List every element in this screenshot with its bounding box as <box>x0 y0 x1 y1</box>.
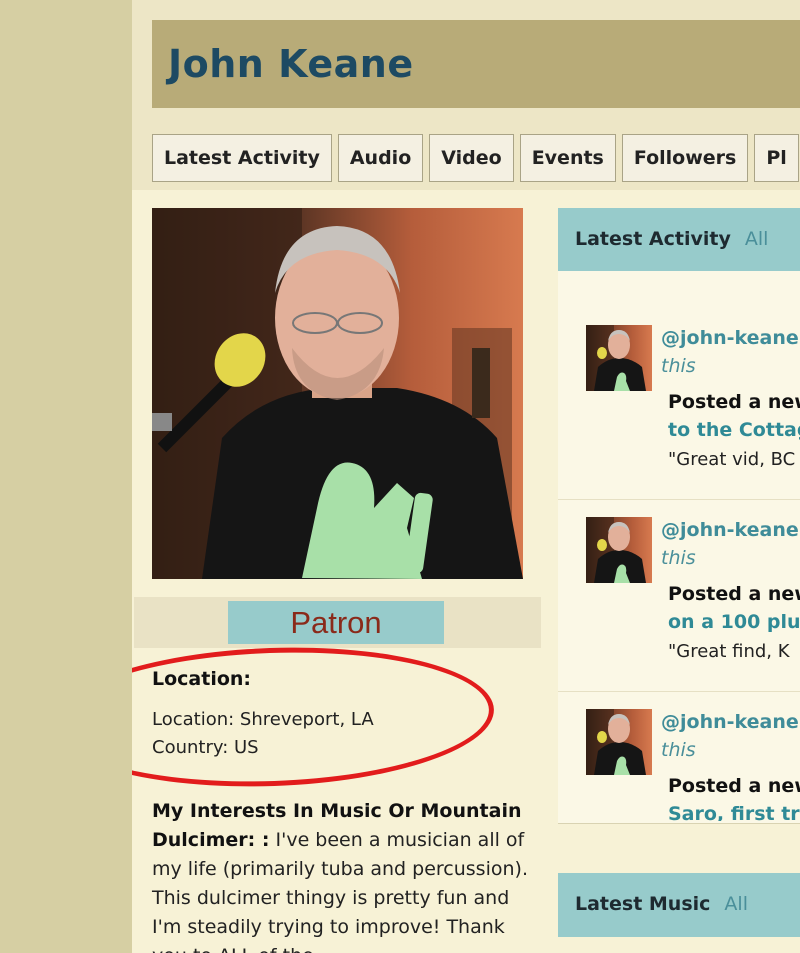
activity-link[interactable]: on a 100 plus <box>668 611 800 633</box>
activity-timestamp: this <box>661 547 696 569</box>
activity-link[interactable]: to the Cottag <box>668 419 800 441</box>
latest-activity-title: Latest Activity <box>575 228 731 250</box>
latest-music-title-wrap: Latest Music All <box>575 893 748 915</box>
patron-badge: Patron <box>228 601 444 644</box>
interests-section: My Interests In Music Or Mountain Dulcim… <box>152 797 530 953</box>
title-bar: John Keane <box>152 20 800 108</box>
activity-quote: "Great find, K <box>668 641 790 662</box>
outer-background <box>0 0 132 953</box>
activity-posted: Posted a new <box>668 583 800 605</box>
activity-handle[interactable]: @john-keane <box>661 327 799 349</box>
profile-tabs: Latest Activity Audio Video Events Followers… <box>152 134 800 182</box>
latest-music-header: Latest Music All <box>558 873 800 937</box>
latest-activity-all-link[interactable]: All <box>745 228 769 250</box>
profile-photo <box>152 208 523 579</box>
latest-music-title: Latest Music <box>575 893 711 915</box>
activity-avatar[interactable] <box>586 325 652 391</box>
activity-avatar[interactable] <box>586 517 652 583</box>
activity-item: @john-keane this Posted a new on a 100 p… <box>558 499 800 692</box>
tab-photos[interactable]: Pl <box>754 134 799 182</box>
latest-activity-title-wrap: Latest Activity All <box>575 228 768 250</box>
activity-timestamp: this <box>661 355 696 377</box>
activity-avatar[interactable] <box>586 709 652 775</box>
profile-page: John Keane Latest Activity Audio Video Even… <box>132 0 800 953</box>
activity-feed: @john-keane this Posted a new to the Cot… <box>558 271 800 824</box>
tab-audio[interactable]: Audio <box>337 134 424 182</box>
latest-music-all-link[interactable]: All <box>724 893 748 915</box>
tab-events[interactable]: Events <box>519 134 616 182</box>
latest-activity-header: Latest Activity All <box>558 208 800 272</box>
activity-timestamp: this <box>661 739 696 761</box>
profile-name: John Keane <box>168 42 414 86</box>
activity-item: @john-keane this Posted a new to the Cot… <box>558 307 800 500</box>
activity-posted: Posted a new <box>668 775 800 797</box>
activity-quote: "Great vid, BC <box>668 449 796 470</box>
activity-handle[interactable]: @john-keane <box>661 711 799 733</box>
activity-posted: Posted a new <box>668 391 800 413</box>
annotation-circle <box>132 640 497 794</box>
activity-item: @john-keane this Posted a new Saro, firs… <box>558 691 800 883</box>
tab-latest-activity[interactable]: Latest Activity <box>152 134 332 182</box>
tab-video[interactable]: Video <box>429 134 514 182</box>
activity-handle[interactable]: @john-keane <box>661 519 799 541</box>
tab-followers[interactable]: Followers <box>621 134 749 182</box>
activity-link[interactable]: Saro, first try <box>668 803 800 821</box>
